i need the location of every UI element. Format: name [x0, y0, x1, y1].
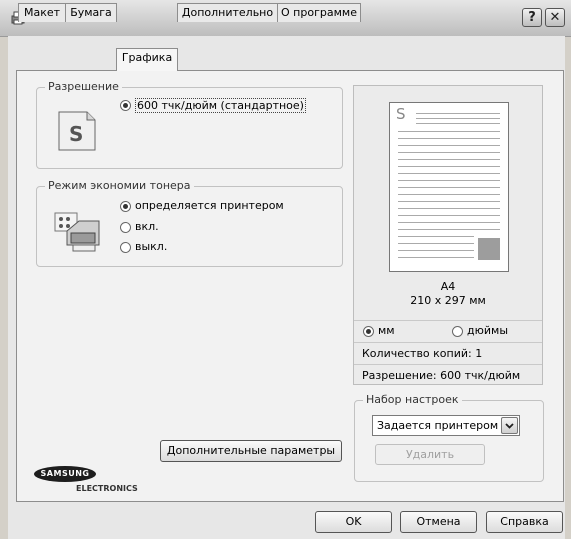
- close-title-button[interactable]: ✕: [545, 8, 565, 27]
- ok-button[interactable]: OK: [315, 511, 392, 533]
- unit-inch-label[interactable]: дюймы: [467, 324, 508, 337]
- resolution-icon: S: [58, 111, 96, 151]
- unit-mm-radio[interactable]: [363, 326, 374, 337]
- close-icon: ✕: [549, 10, 561, 25]
- resolution-600-label[interactable]: 600 тчк/дюйм (стандартное): [135, 98, 306, 113]
- unit-inch-radio[interactable]: [452, 326, 463, 337]
- preview-sheet-letter: S: [396, 105, 406, 123]
- tab-paper[interactable]: Бумага: [65, 3, 117, 22]
- presets-legend: Набор настроек: [363, 393, 462, 406]
- tab-layout[interactable]: Макет: [18, 3, 66, 22]
- toner-printer-setting-radio[interactable]: [120, 201, 131, 212]
- paper-size-label: A4: [440, 280, 456, 293]
- help-title-button[interactable]: ?: [522, 8, 542, 27]
- presets-select[interactable]: Задается принтером: [372, 415, 520, 436]
- toner-off-label[interactable]: выкл.: [135, 240, 167, 253]
- toner-printer-setting-label[interactable]: определяется принтером: [135, 199, 284, 212]
- advanced-options-button[interactable]: Дополнительные параметры: [160, 440, 342, 462]
- toner-off-radio[interactable]: [120, 242, 131, 253]
- presets-group: Набор настроек: [354, 393, 544, 482]
- delete-preset-button[interactable]: Удалить: [375, 444, 485, 465]
- samsung-logo: SAMSUNG: [34, 466, 96, 482]
- paper-dimensions-label: 210 x 297 мм: [410, 294, 486, 307]
- toner-on-radio[interactable]: [120, 222, 131, 233]
- unit-mm-label[interactable]: мм: [378, 324, 395, 337]
- presets-select-value: Задается принтером: [377, 419, 499, 432]
- printer-properties-window: ? ✕ Макет Бумага Графика Дополнительно О…: [0, 0, 571, 539]
- copies-row: Количество копий: 1: [354, 342, 542, 364]
- preview-image-block: [478, 238, 500, 260]
- cancel-button[interactable]: Отмена: [400, 511, 477, 533]
- resolution-info-row: Разрешение: 600 тчк/дюйм: [354, 364, 542, 386]
- samsung-electronics-label: ELECTRONICS: [76, 484, 138, 493]
- toner-on-label[interactable]: вкл.: [135, 220, 159, 233]
- tab-graphics[interactable]: Графика: [116, 48, 178, 71]
- toner-save-legend: Режим экономии тонера: [45, 179, 194, 192]
- help-button[interactable]: Справка: [486, 511, 563, 533]
- page-preview-panel: S A4 210 x 297 мм мм дюймы Количество ко…: [353, 85, 543, 385]
- printer-icon: [54, 212, 100, 252]
- tab-advanced[interactable]: Дополнительно: [177, 3, 278, 22]
- tab-about[interactable]: О программе: [277, 3, 361, 22]
- svg-text:S: S: [69, 122, 83, 146]
- chevron-down-icon[interactable]: [501, 417, 518, 434]
- preview-sheet: S: [389, 102, 509, 272]
- help-icon: ?: [528, 10, 536, 25]
- resolution-legend: Разрешение: [45, 80, 122, 93]
- resolution-600-radio[interactable]: [120, 100, 131, 111]
